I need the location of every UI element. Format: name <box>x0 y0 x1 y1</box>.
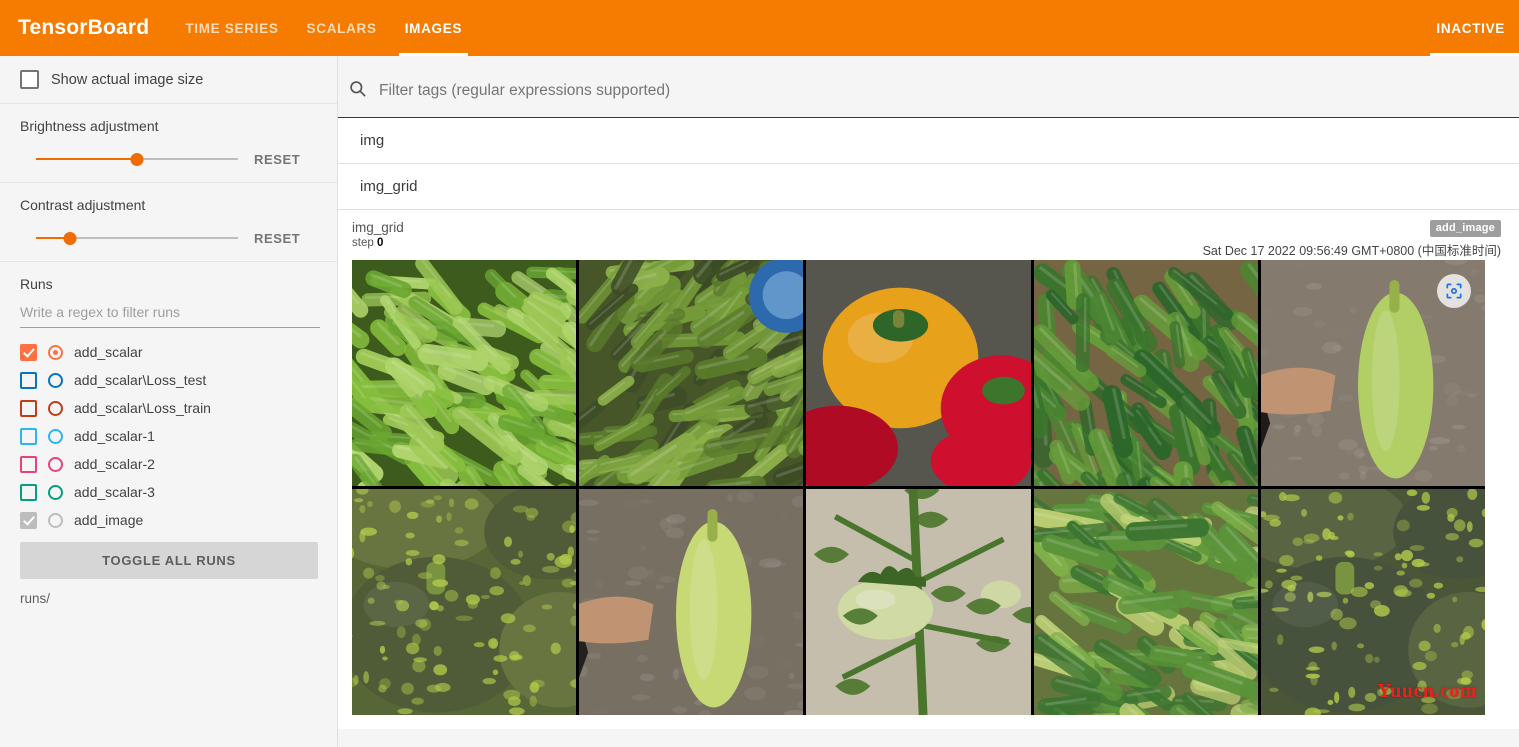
tag-filter-input[interactable] <box>377 80 1511 101</box>
run-label: add_image <box>74 512 144 528</box>
run-checkbox[interactable] <box>20 399 37 417</box>
brightness-row: RESET <box>20 150 319 168</box>
run-radio[interactable] <box>48 484 63 500</box>
photo-grid <box>352 260 1485 715</box>
brightness-section: Brightness adjustment RESET <box>0 104 337 182</box>
grid-image-green-pumpkins-stacked <box>352 489 577 715</box>
nav-tabs: TIME SERIES SCALARS IMAGES <box>171 0 476 56</box>
run-radio[interactable] <box>48 344 63 360</box>
tab-time-series[interactable]: TIME SERIES <box>171 0 292 56</box>
tab-scalars[interactable]: SCALARS <box>293 0 391 56</box>
show-actual-image-size-checkbox-row[interactable]: Show actual image size <box>20 70 319 89</box>
run-checkbox[interactable] <box>20 483 37 501</box>
run-row[interactable]: add_scalar\Loss_train <box>20 394 319 422</box>
center-focus-icon[interactable] <box>1437 274 1471 308</box>
contrast-row: RESET <box>20 229 319 247</box>
show-actual-image-size-checkbox[interactable] <box>20 70 39 89</box>
grid-image-hand-holding-long-gourd <box>579 489 804 715</box>
grid-image-speckled-green-pumpkin-closeup <box>1260 489 1485 715</box>
top-app-bar: TensorBoard TIME SERIES SCALARS IMAGES I… <box>0 0 1519 56</box>
slider-thumb[interactable] <box>63 232 77 245</box>
image-card-tag: img_grid <box>352 220 404 235</box>
run-label: add_scalar-2 <box>74 456 155 472</box>
show-actual-size-section: Show actual image size <box>0 56 337 103</box>
main-panel: img img_grid img_grid step 0 add_image S… <box>338 56 1519 747</box>
runs-section: Runs add_scalaradd_scalar\Loss_testadd_s… <box>0 262 337 620</box>
run-radio[interactable] <box>48 456 63 472</box>
image-card-timestamp: Sat Dec 17 2022 09:56:49 GMT+0800 (中国标准时… <box>1202 244 1501 258</box>
runs-filter-input[interactable] <box>20 298 320 328</box>
run-row[interactable]: add_scalar-2 <box>20 450 319 478</box>
image-card: img_grid step 0 add_image Sat Dec 17 202… <box>338 210 1519 729</box>
sidebar: Show actual image size Brightness adjust… <box>0 56 338 747</box>
run-row[interactable]: add_scalar-1 <box>20 422 319 450</box>
brightness-slider[interactable] <box>36 150 238 168</box>
contrast-slider[interactable] <box>36 229 238 247</box>
slider-fill <box>36 158 137 160</box>
search-icon <box>348 79 367 103</box>
page-body: Show actual image size Brightness adjust… <box>0 56 1519 747</box>
app-brand: TensorBoard <box>18 16 150 39</box>
brightness-label: Brightness adjustment <box>20 118 159 134</box>
show-actual-image-size-label: Show actual image size <box>51 71 204 88</box>
tag-row-img[interactable]: img <box>338 118 1519 164</box>
contrast-reset-button[interactable]: RESET <box>254 231 300 246</box>
run-label: add_scalar\Loss_train <box>74 400 211 416</box>
run-radio[interactable] <box>48 400 63 416</box>
run-checkbox[interactable] <box>20 455 37 473</box>
grid-image-flat-bean-pods-with-blue-bowl <box>579 260 804 486</box>
run-row[interactable]: add_scalar\Loss_test <box>20 366 319 394</box>
run-label: add_scalar-1 <box>74 428 155 444</box>
grid-image-green-tomato-on-plant <box>806 489 1031 715</box>
brightness-reset-button[interactable]: RESET <box>254 152 300 167</box>
grid-image-yellow-and-red-bell-peppers <box>806 260 1031 486</box>
run-row[interactable]: add_scalar-3 <box>20 478 319 506</box>
contrast-label: Contrast adjustment <box>20 197 146 213</box>
toggle-all-runs-button[interactable]: TOGGLE ALL RUNS <box>20 542 318 579</box>
runs-list: add_scalar add_scalar\Loss_test add_scalar… <box>20 338 319 534</box>
tab-images[interactable]: IMAGES <box>391 0 476 56</box>
contrast-section: Contrast adjustment RESET <box>0 183 337 261</box>
grid-image-cucumbers-in-woven-basket <box>1033 260 1258 486</box>
runs-title: Runs <box>20 276 53 292</box>
tag-filter-bar <box>338 64 1519 118</box>
grid-image-cucumbers-and-melon-in-basket <box>1033 489 1258 715</box>
run-badge: add_image <box>1429 220 1501 237</box>
run-checkbox[interactable] <box>20 511 37 529</box>
run-label: add_scalar\Loss_test <box>74 372 207 388</box>
run-label: add_scalar <box>74 344 143 360</box>
step-value: 0 <box>376 237 384 249</box>
image-grid-container[interactable]: Yuucn.com <box>352 260 1485 715</box>
image-card-header: img_grid step 0 add_image Sat Dec 17 202… <box>352 220 1505 260</box>
run-checkbox[interactable] <box>20 343 37 361</box>
runs-path-label: runs/ <box>20 591 51 606</box>
tag-row-img-grid[interactable]: img_grid <box>338 164 1519 210</box>
run-label: add_scalar-3 <box>74 484 155 500</box>
grid-image-green-bean-pods-pile <box>352 260 577 486</box>
step-label: step <box>352 237 374 249</box>
app-bar-right: INACTIVE <box>1422 0 1519 56</box>
run-checkbox[interactable] <box>20 371 37 389</box>
run-radio[interactable] <box>48 372 63 388</box>
slider-thumb[interactable] <box>130 153 144 166</box>
run-row[interactable]: add_scalar <box>20 338 319 366</box>
run-row[interactable]: add_image <box>20 506 319 534</box>
run-radio[interactable] <box>48 512 63 528</box>
run-checkbox[interactable] <box>20 427 37 445</box>
run-radio[interactable] <box>48 428 63 444</box>
tab-inactive[interactable]: INACTIVE <box>1422 0 1519 56</box>
